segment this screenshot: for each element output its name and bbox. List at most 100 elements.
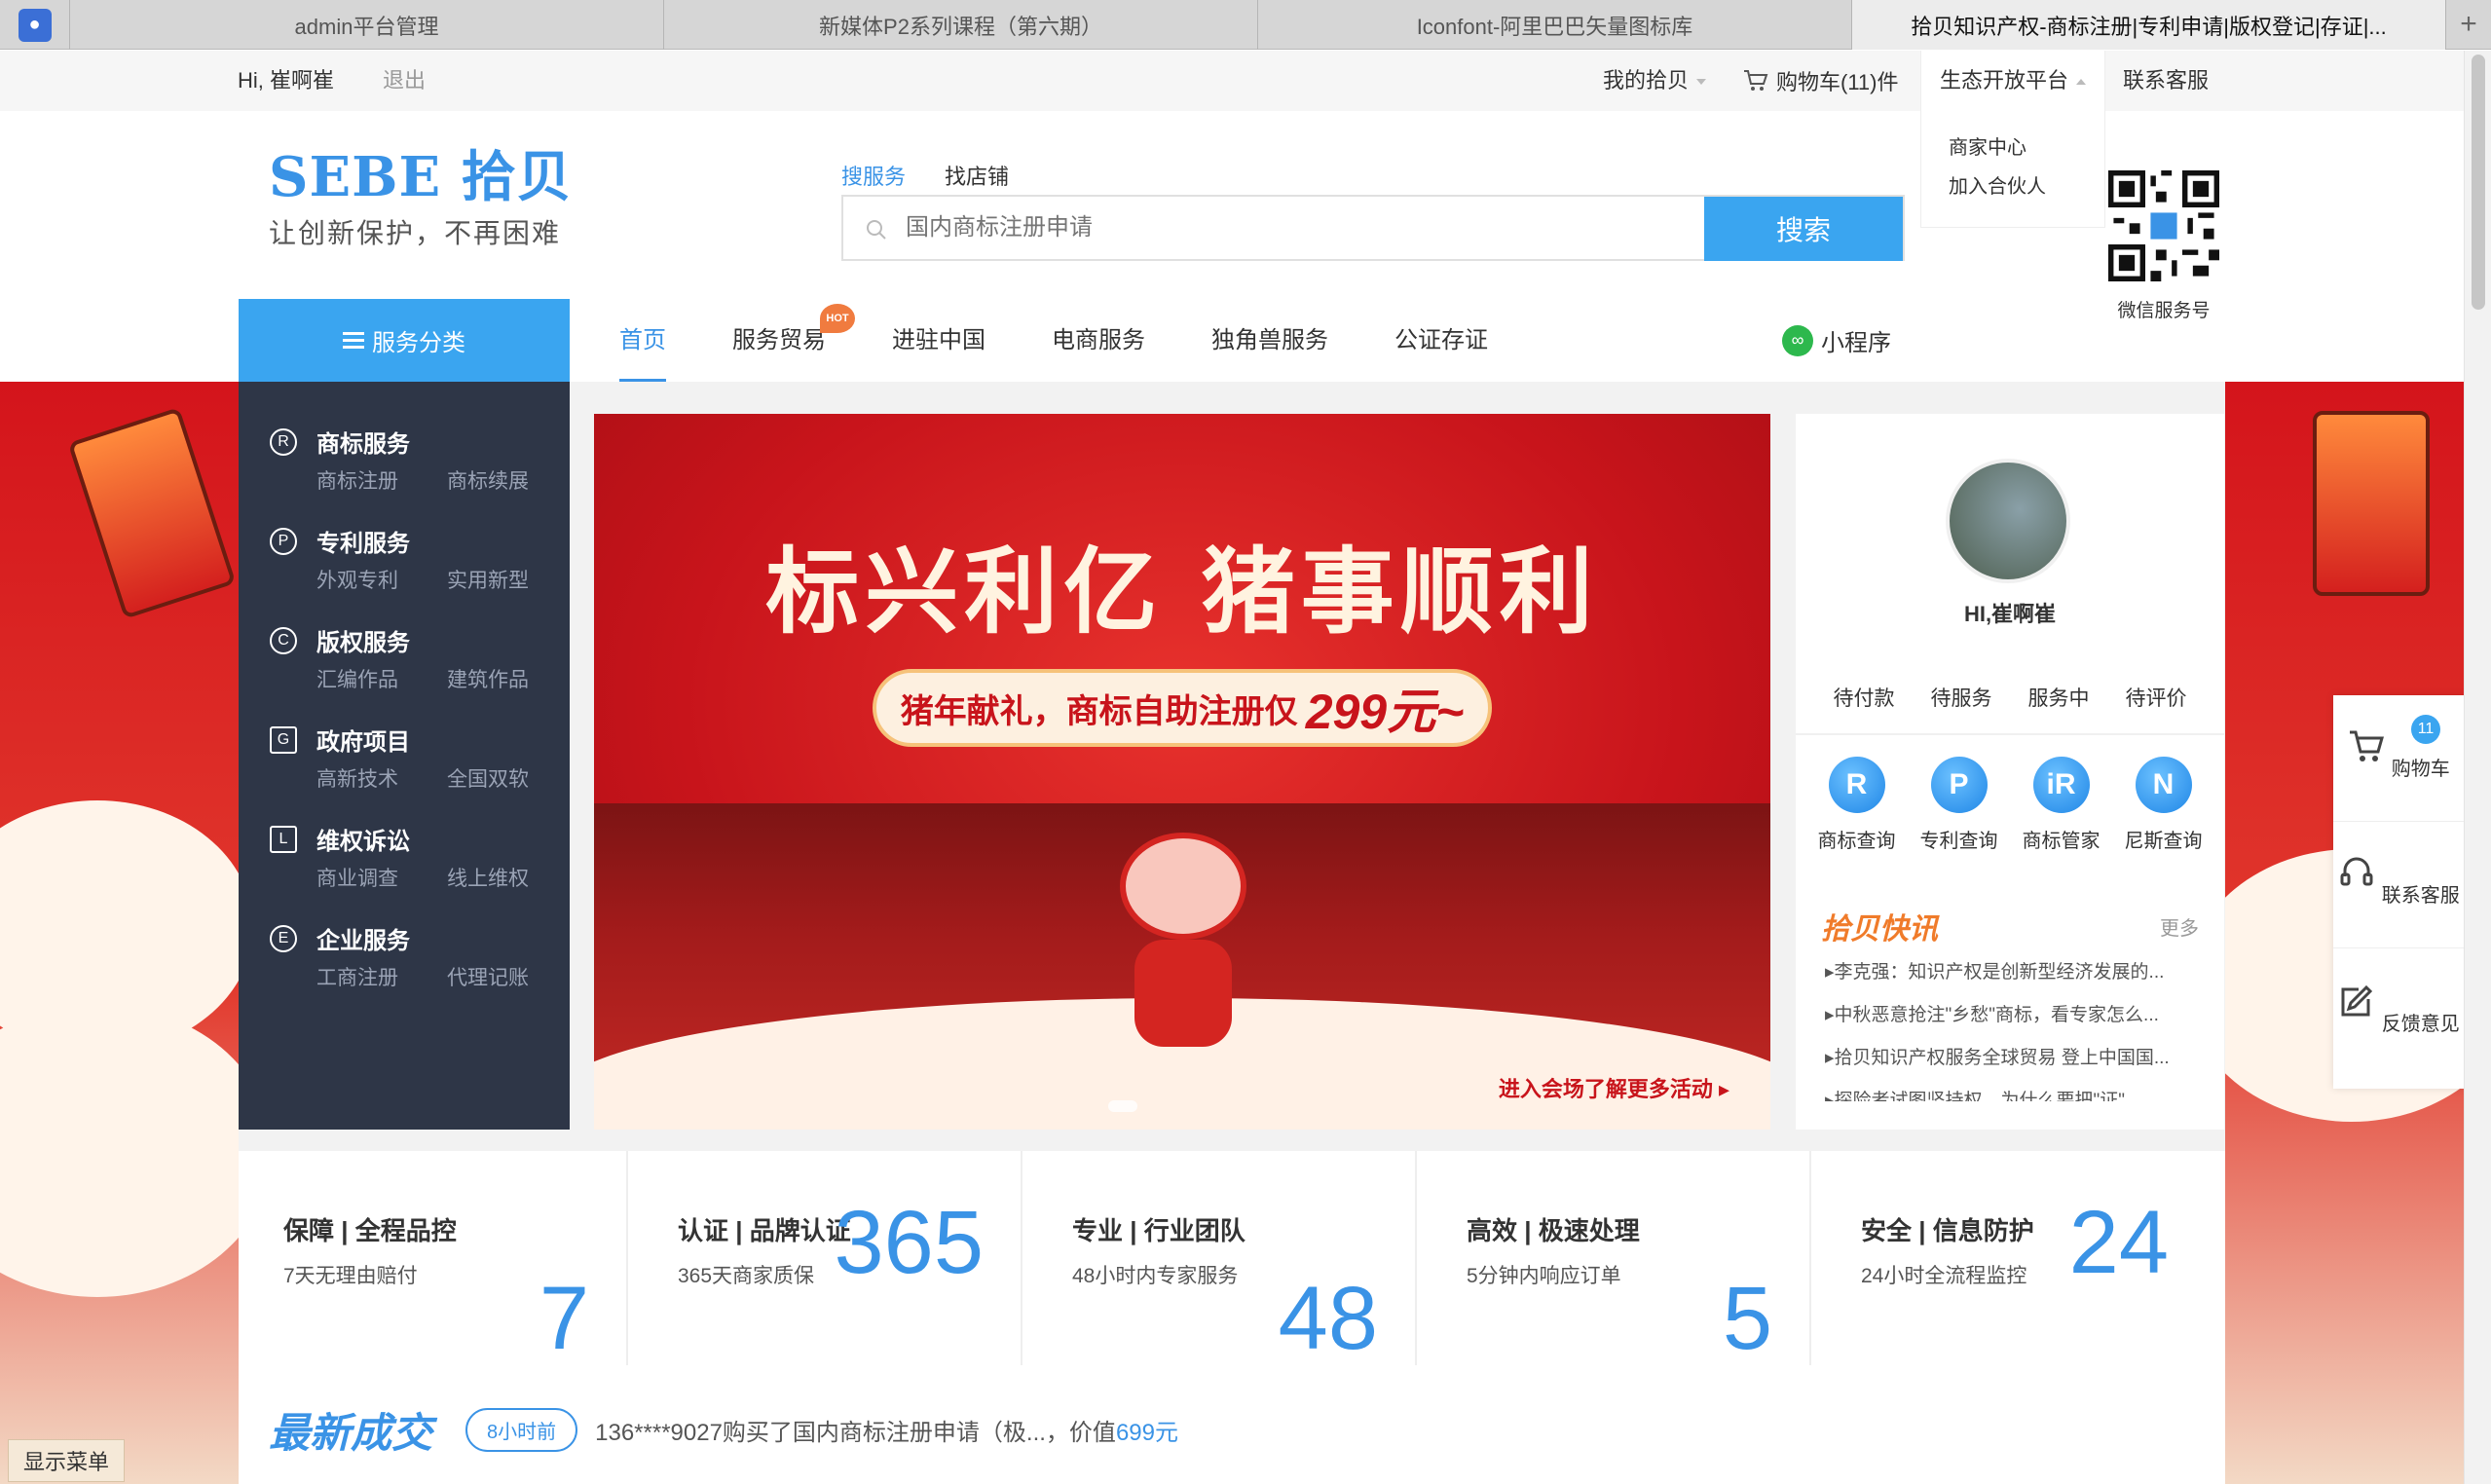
news-item[interactable]: 拾贝知识产权服务全球贸易 登上中国国... xyxy=(1825,1037,2205,1080)
browser-tab-sebe[interactable]: 拾贝知识产权-商标注册|专利申请|版权登记|存证|... xyxy=(1852,0,2446,50)
stat-efficiency: 高效 | 极速处理 5分钟内响应订单 5 xyxy=(1422,1151,1811,1368)
category-title: 专利服务 xyxy=(316,531,410,557)
tool-label: 尼斯查询 xyxy=(2124,831,2203,852)
order-pending-service[interactable]: 待服务 xyxy=(1931,683,1992,712)
service-category-button[interactable]: 服务分类 xyxy=(239,299,570,382)
eco-platform-menu[interactable]: 生态开放平台 xyxy=(1920,51,2105,111)
my-sebe-menu[interactable]: 我的拾贝 xyxy=(1603,51,1707,111)
order-in-service[interactable]: 服务中 xyxy=(2028,683,2090,712)
top-utility-bar: Hi, 崔啊崔 退出 我的拾贝 购物车(11)件 生态开放平台 联系客服 xyxy=(0,51,2464,111)
carousel-indicator[interactable] xyxy=(1108,1100,1137,1112)
category-patent[interactable]: P 专利服务 外观专利 实用新型 xyxy=(239,510,570,610)
nav-unicorn[interactable]: 独角兽服务 xyxy=(1211,299,1328,382)
document-icon: L xyxy=(270,826,297,853)
tool-trademark-search[interactable]: R 商标查询 xyxy=(1806,757,1908,853)
category-link[interactable]: 工商注册 xyxy=(316,962,398,991)
latest-deals: 最新成交 8小时前 136****9027购买了国内商标注册申请（极...，价值… xyxy=(269,1400,1178,1460)
browser-tab-iconfont[interactable]: Iconfont-阿里巴巴矢量图标库 xyxy=(1258,0,1852,50)
category-link[interactable]: 外观专利 xyxy=(316,565,398,594)
nav-service-trade[interactable]: 服务贸易 xyxy=(732,299,826,382)
browser-tab-admin[interactable]: admin平台管理 xyxy=(70,0,664,50)
category-link[interactable]: 代理记账 xyxy=(447,962,529,991)
stat-title: 认证 | 品牌认证 xyxy=(678,1216,851,1245)
category-link[interactable]: 全国双软 xyxy=(447,763,529,793)
search-button[interactable]: 搜索 xyxy=(1704,197,1903,261)
category-link[interactable]: 线上维权 xyxy=(447,863,529,892)
dropdown-item-join-partner[interactable]: 加入合伙人 xyxy=(1921,167,2104,206)
news-item[interactable]: 李克强：知识产权是创新型经济发展的... xyxy=(1825,951,2205,994)
customer-service-link[interactable]: 联系客服 xyxy=(2123,51,2209,111)
category-link[interactable]: 高新技术 xyxy=(316,763,398,793)
deals-time-badge: 8小时前 xyxy=(465,1408,578,1452)
divider xyxy=(1796,733,2224,735)
category-link[interactable]: 商标注册 xyxy=(316,465,398,495)
tool-patent-search[interactable]: P 专利查询 xyxy=(1909,757,2010,853)
site-logo[interactable]: SEBE 拾贝 让创新保护，不再困难 xyxy=(269,148,573,251)
category-link[interactable]: 建筑作品 xyxy=(447,664,529,693)
category-link[interactable]: 实用新型 xyxy=(447,565,529,594)
lantern-icon xyxy=(67,407,237,619)
float-feedback-label: 反馈意见 xyxy=(2381,1014,2460,1035)
show-menu-button[interactable]: 显示菜单 xyxy=(8,1439,125,1482)
logo-text: SEBE 拾贝 xyxy=(269,145,573,209)
promo-banner[interactable]: 标兴利亿 猪事顺利 猪年献礼，商标自助注册仅 299元~ 进入会场了解更多活动 … xyxy=(594,414,1770,1130)
float-cart[interactable]: 11 购物车 xyxy=(2333,695,2464,822)
headset-icon xyxy=(2340,857,2373,886)
tool-nice-search[interactable]: N 尼斯查询 xyxy=(2113,757,2214,853)
nice-search-icon: N xyxy=(2135,757,2192,813)
chevron-up-icon xyxy=(2076,79,2086,86)
user-panel: HI,崔啊崔 待付款 待服务 服务中 待评价 R 商标查询 P 专利查询 iR 商标管… xyxy=(1796,414,2224,1130)
news-item[interactable]: 中秋恶意抢注"乡愁"商标，看专家怎么... xyxy=(1825,994,2205,1037)
baidu-paw-icon[interactable]: ● xyxy=(0,0,70,50)
deals-price: 699元 xyxy=(1115,1420,1178,1446)
hot-badge: HOT xyxy=(820,304,855,333)
cart-link[interactable]: 购物车(11)件 xyxy=(1743,51,1899,111)
new-tab-button[interactable]: + xyxy=(2446,0,2491,49)
order-pending-review[interactable]: 待评价 xyxy=(2126,683,2187,712)
order-pending-payment[interactable]: 待付款 xyxy=(1834,683,1895,712)
avatar[interactable] xyxy=(1946,459,2070,583)
nav-home[interactable]: 首页 xyxy=(619,299,666,382)
cart-icon xyxy=(1744,70,1768,91)
search-input[interactable] xyxy=(906,197,1568,259)
category-link[interactable]: 汇编作品 xyxy=(316,664,398,693)
category-link[interactable]: 商业调查 xyxy=(316,863,398,892)
deals-text: 136****9027购买了国内商标注册申请（极...，价值 xyxy=(595,1420,1116,1446)
user-name: HI,崔啊崔 xyxy=(1963,602,2057,626)
tab-search-service[interactable]: 搜服务 xyxy=(841,160,906,191)
order-status-row: 待付款 待服务 服务中 待评价 xyxy=(1815,683,2205,712)
category-government[interactable]: G 政府项目 高新技术 全国双软 xyxy=(239,709,570,808)
cloud-decoration xyxy=(0,1005,239,1297)
scrollbar-thumb[interactable] xyxy=(2472,55,2485,310)
stat-number: 7 xyxy=(539,1269,589,1368)
logout-link[interactable]: 退出 xyxy=(383,51,426,111)
category-enterprise[interactable]: E 企业服务 工商注册 代理记账 xyxy=(239,908,570,1007)
banner-more-link[interactable]: 进入会场了解更多活动 ▸ xyxy=(1499,1072,1729,1103)
stat-desc: 7天无理由赔付 xyxy=(283,1265,418,1287)
stat-number: 48 xyxy=(1278,1269,1378,1368)
nav-notary[interactable]: 公证存证 xyxy=(1394,299,1488,382)
mini-program-label: 小程序 xyxy=(1821,330,1891,356)
browser-tab-course[interactable]: 新媒体P2系列课程（第六期） xyxy=(664,0,1258,50)
float-feedback[interactable]: 反馈意见 xyxy=(2333,950,2464,1077)
category-trademark[interactable]: R 商标服务 商标注册 商标续展 xyxy=(239,411,570,510)
page-scrollbar[interactable] xyxy=(2464,51,2491,1484)
category-litigation[interactable]: L 维权诉讼 商业调查 线上维权 xyxy=(239,808,570,908)
tool-trademark-manager[interactable]: iR 商标管家 xyxy=(2011,757,2112,853)
my-sebe-label: 我的拾贝 xyxy=(1603,68,1690,93)
news-more-link[interactable]: 更多 xyxy=(2160,912,2199,941)
banner-offer: 猪年献礼，商标自助注册仅 299元~ xyxy=(873,669,1492,747)
category-title: 企业服务 xyxy=(316,928,410,954)
tab-find-store[interactable]: 找店铺 xyxy=(945,160,1009,191)
dropdown-item-merchant-center[interactable]: 商家中心 xyxy=(1921,129,2104,167)
nav-ecommerce[interactable]: 电商服务 xyxy=(1052,299,1145,382)
news-list: 李克强：知识产权是创新型经济发展的... 中秋恶意抢注"乡愁"商标，看专家怎么.… xyxy=(1825,951,2205,1101)
nav-enter-china[interactable]: 进驻中国 xyxy=(892,299,985,382)
float-cart-label: 购物车 xyxy=(2391,759,2450,780)
news-item[interactable]: 探险者试图坚持权，为什么要把"证"... xyxy=(1825,1080,2205,1101)
float-customer-service[interactable]: 联系客服 xyxy=(2333,822,2464,948)
mini-program-link[interactable]: ∞ 小程序 xyxy=(1782,299,1891,382)
category-copyright[interactable]: C 版权服务 汇编作品 建筑作品 xyxy=(239,610,570,709)
pig-mascot-icon xyxy=(1100,833,1266,1076)
category-link[interactable]: 商标续展 xyxy=(447,465,529,495)
